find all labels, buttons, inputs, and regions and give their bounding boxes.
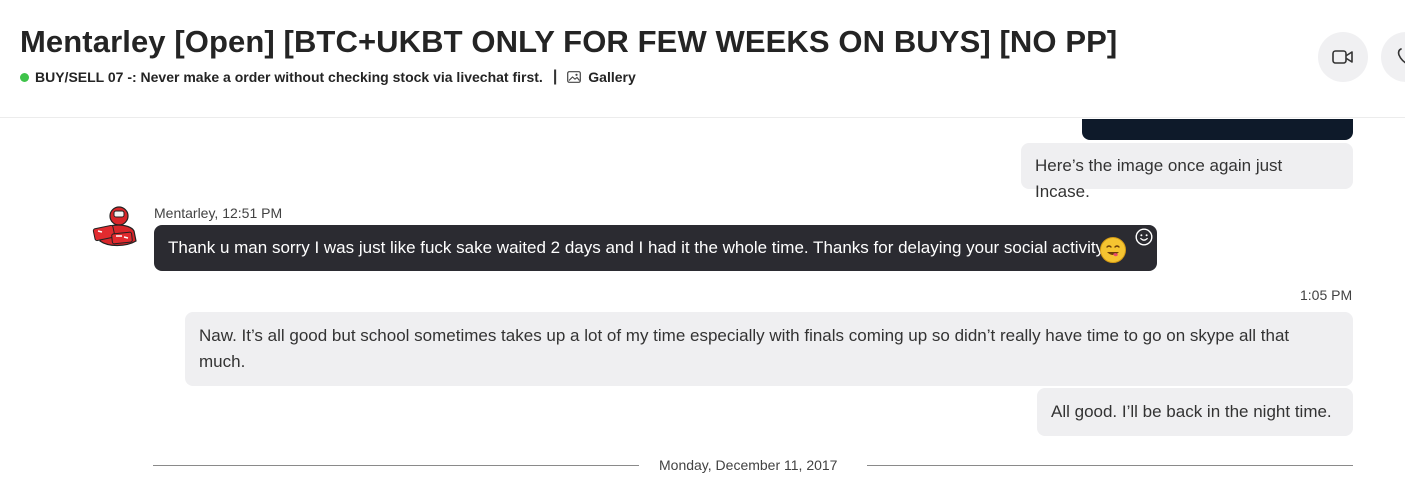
image-icon (567, 71, 582, 83)
shared-image[interactable] (1082, 119, 1353, 140)
yum-face-emoji (1100, 237, 1126, 263)
video-call-icon (1332, 50, 1353, 64)
phone-call-icon (1397, 48, 1405, 64)
add-reaction-button[interactable] (1134, 227, 1154, 247)
date-divider: Monday, December 11, 2017 (659, 457, 838, 473)
gallery-link[interactable]: Gallery (567, 69, 636, 85)
video-call-button[interactable] (1318, 32, 1368, 82)
message-bubble[interactable]: Here’s the image once again just Incase. (1021, 143, 1353, 201)
chat-title: Mentarley [Open] [BTC+UKBT ONLY FOR FEW … (20, 24, 1118, 59)
sender-name-time: Mentarley, 12:51 PM (154, 205, 283, 221)
divider-line (867, 465, 1353, 466)
smiley-icon (1135, 228, 1153, 246)
divider-line (153, 465, 639, 466)
gallery-label: Gallery (588, 69, 636, 85)
status-dot (20, 72, 29, 82)
avatar[interactable] (90, 201, 142, 253)
chat-subtitle: BUY/SELL 07 -: Never make a order withou… (20, 68, 636, 86)
chat-header: Mentarley [Open] [BTC+UKBT ONLY FOR FEW … (0, 0, 1405, 118)
phone-call-button[interactable] (1381, 32, 1405, 82)
message-timestamp: 1:05 PM (1300, 287, 1353, 303)
status-message: BUY/SELL 07 -: Never make a order withou… (35, 69, 543, 85)
message-bubble[interactable]: Naw. It’s all good but school sometimes … (185, 312, 1353, 386)
message-bubble[interactable]: Thank u man sorry I was just like fuck s… (154, 225, 1157, 271)
message-bubble[interactable]: All good. I’ll be back in the night time… (1037, 388, 1353, 436)
message-list[interactable]: Here’s the image once again just Incase.… (0, 119, 1405, 492)
separator: | (552, 68, 558, 85)
